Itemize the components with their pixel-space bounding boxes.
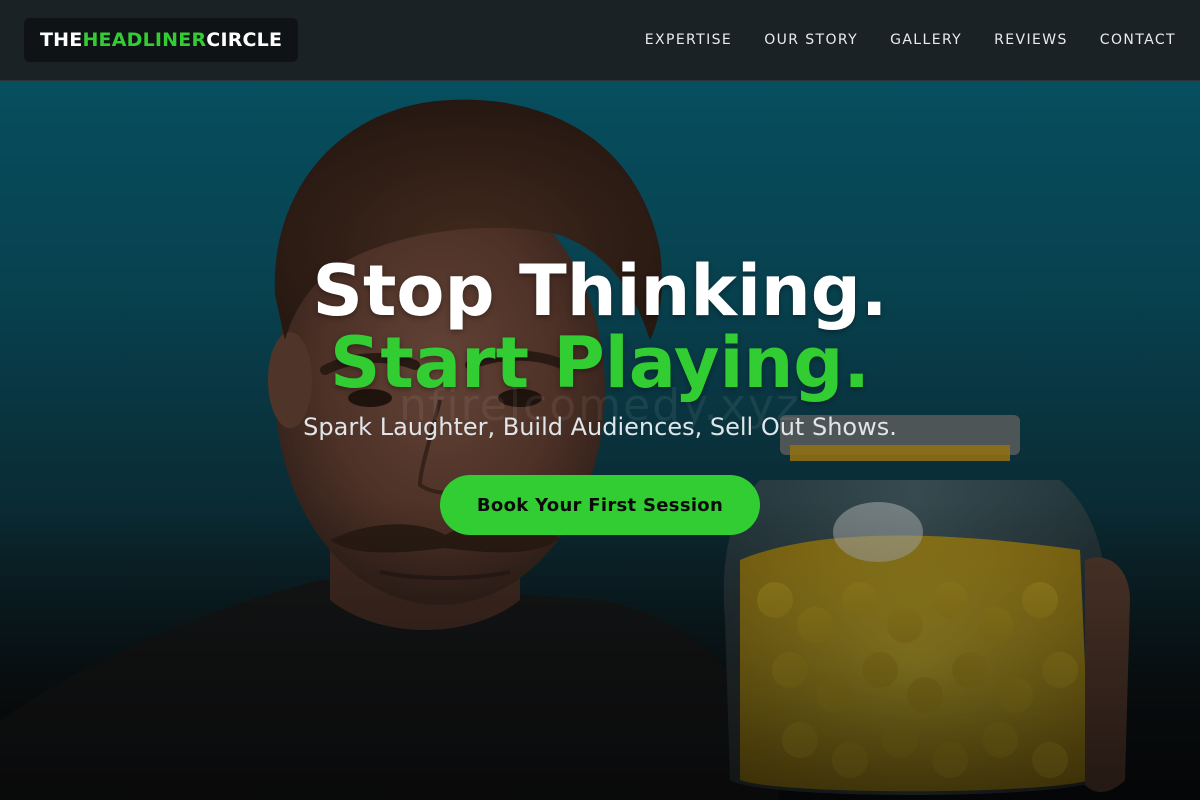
hero-section: nfirelcomedy.xyz Stop Thinking. Start Pl…	[0, 80, 1200, 800]
hero-title-line2: Start Playing.	[329, 322, 870, 404]
page: THE HEADLINER CIRCLE EXPERTISE OUR STORY…	[0, 0, 1200, 800]
brand-logo[interactable]: THE HEADLINER CIRCLE	[24, 18, 299, 62]
nav-link-expertise[interactable]: EXPERTISE	[645, 32, 732, 48]
nav-link-gallery[interactable]: GALLERY	[890, 32, 962, 48]
site-header: THE HEADLINER CIRCLE EXPERTISE OUR STORY…	[0, 0, 1200, 81]
nav-link-reviews[interactable]: REVIEWS	[994, 32, 1068, 48]
hero-content: Stop Thinking. Start Playing. Spark Laug…	[0, 255, 1200, 535]
brand-text-part1: THE	[40, 29, 83, 51]
hero-title-line1: Stop Thinking.	[312, 250, 888, 332]
nav-link-contact[interactable]: CONTACT	[1100, 32, 1176, 48]
hero-subtitle: Spark Laughter, Build Audiences, Sell Ou…	[303, 413, 897, 441]
book-session-button[interactable]: Book Your First Session	[440, 475, 760, 535]
brand-text-accent: HEADLINER	[82, 29, 207, 51]
brand-text-part2: CIRCLE	[206, 29, 283, 51]
nav-link-our-story[interactable]: OUR STORY	[764, 32, 858, 48]
main-nav: EXPERTISE OUR STORY GALLERY REVIEWS CONT…	[645, 0, 1176, 80]
